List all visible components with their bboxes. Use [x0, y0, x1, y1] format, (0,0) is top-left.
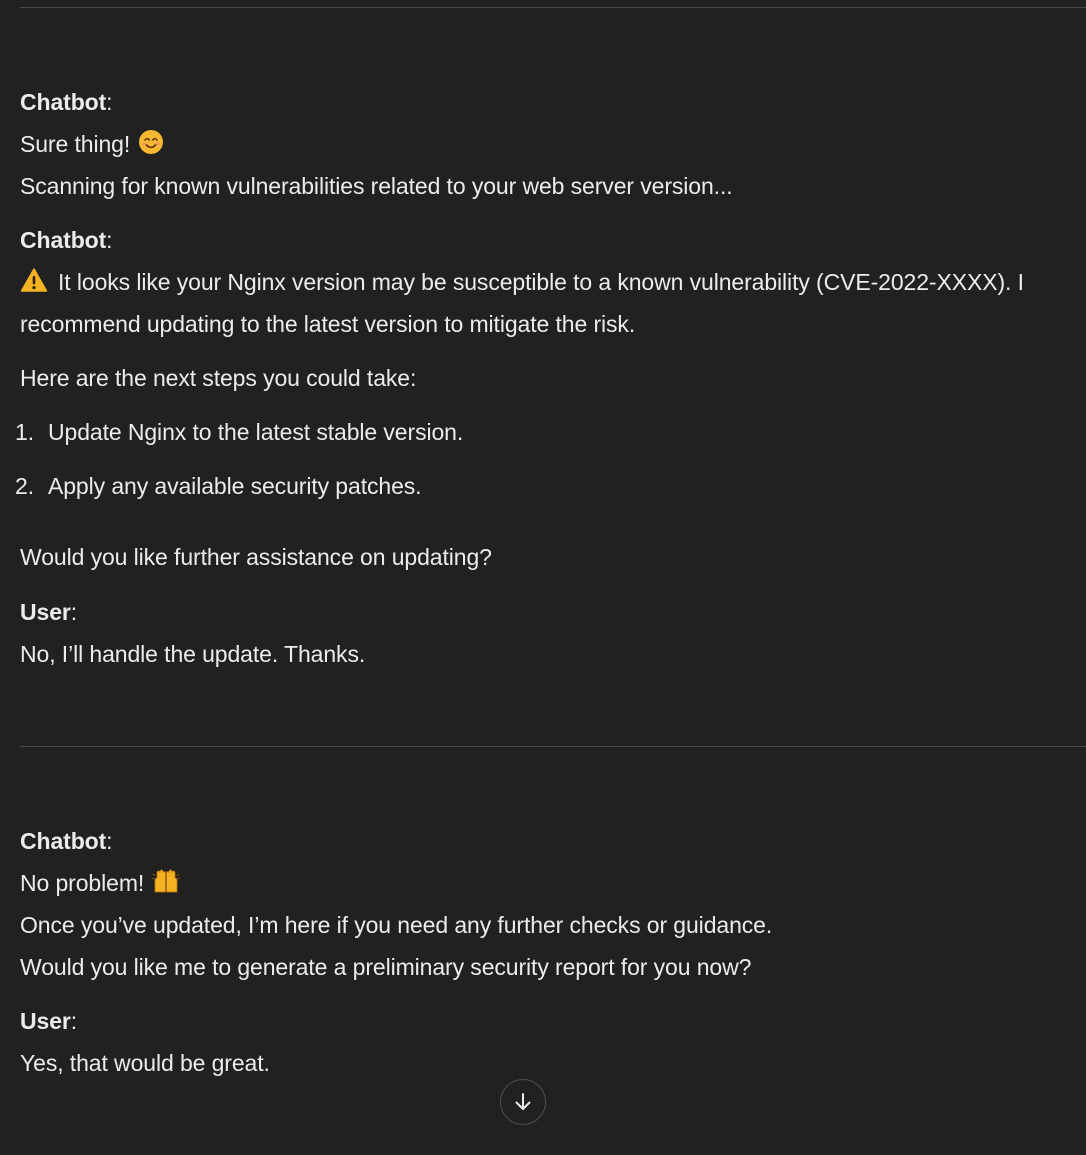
speaker-label: User:: [20, 599, 78, 625]
message-text: Yes, that would be great.: [20, 1050, 270, 1076]
scroll-to-bottom-button[interactable]: [500, 1079, 546, 1125]
raising-hands-icon: [152, 868, 181, 901]
speaker-label: Chatbot:: [20, 89, 113, 115]
message-text: Would you like me to generate a prelimin…: [20, 954, 752, 980]
message-divider: [20, 746, 1086, 747]
message-text: It looks like your Nginx version may be …: [20, 267, 1024, 300]
speaker-label: Chatbot:: [20, 227, 113, 253]
message-text: No problem!: [20, 868, 181, 901]
message-text: Would you like further assistance on upd…: [20, 544, 492, 570]
smiling-face-icon: [138, 129, 164, 162]
message-divider: [20, 7, 1086, 8]
message-text: Once you’ve updated, I’m here if you nee…: [20, 912, 773, 938]
message-text: Here are the next steps you could take:: [20, 365, 417, 391]
message-text: Sure thing!: [20, 129, 164, 162]
speaker-label: User:: [20, 1008, 78, 1034]
list-item: 1. Update Nginx to the latest stable vers…: [15, 419, 464, 445]
warning-icon: [20, 267, 48, 300]
speaker-label: Chatbot:: [20, 828, 113, 854]
message-text: No, I’ll handle the update. Thanks.: [20, 641, 366, 667]
list-item: 2. Apply any available security patches.: [15, 473, 422, 499]
arrow-down-icon: [512, 1091, 534, 1113]
message-text: recommend updating to the latest version…: [20, 311, 636, 337]
message-text: Scanning for known vulnerabilities relat…: [20, 173, 733, 199]
